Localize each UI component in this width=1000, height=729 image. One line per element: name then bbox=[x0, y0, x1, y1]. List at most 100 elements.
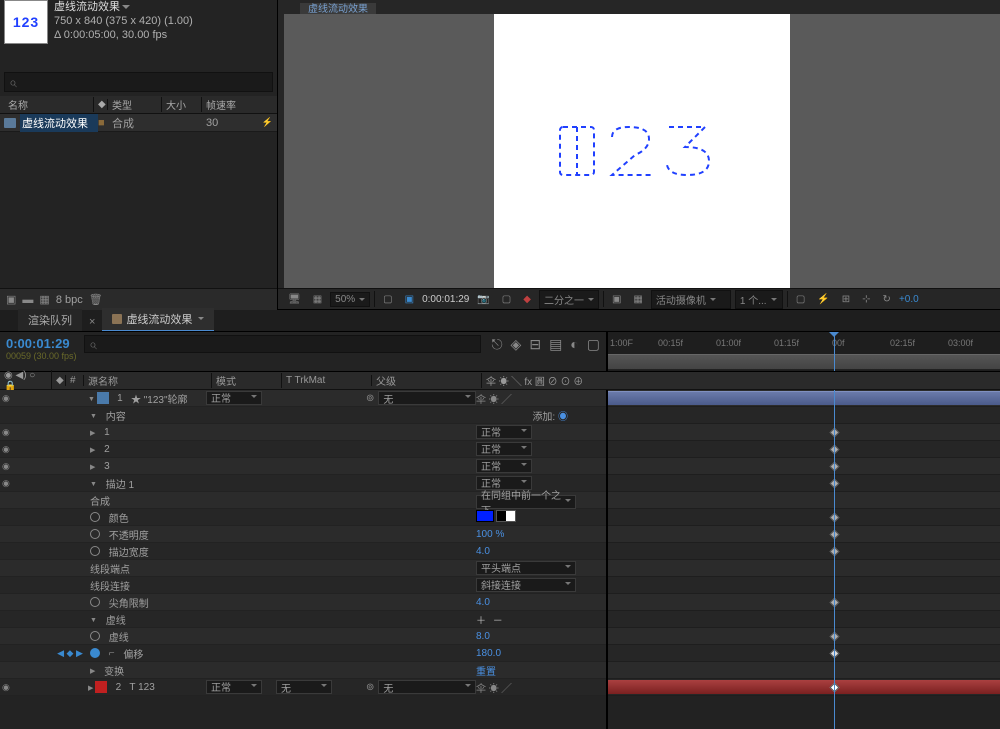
stopwatch-icon[interactable] bbox=[90, 529, 100, 539]
line-join-select[interactable]: 斜接连接 bbox=[476, 578, 576, 592]
layer-2-bar[interactable] bbox=[608, 680, 1000, 694]
folder-icon[interactable]: ▬ bbox=[22, 294, 33, 306]
prop-contents[interactable]: 内容 添加: ◉ bbox=[0, 407, 606, 424]
timeline-tracks[interactable] bbox=[606, 390, 1000, 729]
project-column-headers[interactable]: 名称 ◆ 类型 大小 帧速率 bbox=[0, 96, 277, 114]
layer-row-2[interactable]: 2 T 123 正常 无 ⊚无 伞 ☀ ╱ bbox=[0, 679, 606, 696]
frame-display[interactable]: 00059 (30.00 fps) bbox=[6, 351, 78, 361]
project-item-row[interactable]: 虚线流动效果 ■ 合成 30 ⚡ bbox=[0, 114, 277, 132]
reset-button[interactable]: 重置 bbox=[476, 663, 606, 678]
dash-value[interactable]: 8.0 bbox=[476, 631, 606, 642]
stroke-width-value[interactable]: 4.0 bbox=[476, 546, 606, 557]
offset-value[interactable]: 180.0 bbox=[476, 648, 606, 659]
motion-blur-icon[interactable]: ◐ bbox=[570, 336, 578, 352]
project-search-input[interactable] bbox=[4, 72, 273, 92]
tab-render-queue[interactable]: 渲染队列 bbox=[18, 309, 82, 331]
layer-row-1[interactable]: 1 ★ "123"轮廓 正常 ⊚无 伞 ☀ ╱ bbox=[0, 390, 606, 407]
stopwatch-icon[interactable] bbox=[90, 597, 100, 607]
stopwatch-icon[interactable] bbox=[90, 546, 100, 556]
stopwatch-icon[interactable] bbox=[90, 512, 100, 522]
blend-mode-select[interactable]: 正常 bbox=[206, 391, 262, 405]
prop-line-cap[interactable]: 线段端点平头端点 bbox=[0, 560, 606, 577]
blend-mode-select[interactable]: 正常 bbox=[206, 680, 262, 694]
expand-toggle[interactable] bbox=[88, 393, 95, 404]
prop-dash[interactable]: 虚线8.0 bbox=[0, 628, 606, 645]
add-dash-button[interactable]: ＋ － bbox=[476, 616, 505, 627]
show-snapshot-icon[interactable]: ▢ bbox=[498, 292, 515, 307]
bpc-label[interactable]: 8 bpc bbox=[56, 294, 83, 306]
resolution-select[interactable]: 二分之一 bbox=[539, 290, 599, 309]
current-time[interactable]: 0:00:01:29 bbox=[422, 294, 469, 305]
visibility-toggle[interactable] bbox=[2, 393, 10, 404]
parent-select[interactable]: 无 bbox=[378, 680, 476, 694]
comp-name-title[interactable]: 虚线流动效果 bbox=[54, 0, 193, 14]
prop-line-join[interactable]: 线段连接斜接连接 bbox=[0, 577, 606, 594]
time-ruler[interactable]: 1:00F 00:15f 01:00f 01:15f 00f 02:15f 03… bbox=[606, 332, 1000, 371]
mode-select[interactable]: 正常 bbox=[476, 459, 532, 473]
composite-select[interactable]: 在同组中前一个之下 bbox=[476, 495, 576, 509]
prop-composite[interactable]: 合成在同组中前一个之下 bbox=[0, 492, 606, 509]
prop-group-3[interactable]: 3正常 bbox=[0, 458, 606, 475]
interpret-icon[interactable]: ▣ bbox=[6, 293, 16, 306]
grid-icon[interactable]: ▦ bbox=[309, 292, 326, 307]
miter-value[interactable]: 4.0 bbox=[476, 597, 606, 608]
expand-toggle[interactable] bbox=[88, 682, 93, 693]
pixel-aspect-icon[interactable]: ▢ bbox=[792, 292, 809, 307]
comp-thumbnail[interactable]: 123 bbox=[4, 0, 48, 44]
visibility-toggle[interactable] bbox=[2, 682, 10, 693]
composition-canvas[interactable] bbox=[494, 14, 790, 288]
prop-dashes[interactable]: 虚线＋ － bbox=[0, 611, 606, 628]
fast-preview-icon[interactable]: ⚡ bbox=[813, 292, 833, 307]
layer-1-bar[interactable] bbox=[608, 391, 1000, 405]
add-content-button[interactable]: ◉ bbox=[558, 412, 568, 423]
opacity-value[interactable]: 100 % bbox=[476, 529, 606, 540]
timeline-btn-icon[interactable]: ⊞ bbox=[838, 292, 854, 307]
color-swatch[interactable] bbox=[476, 510, 494, 522]
timeline-column-headers[interactable]: ◉ ◀) ○ 🔒 ◆ # 源名称 模式 T TrkMat 父级 伞 ☀ ╲ fx… bbox=[0, 372, 1000, 390]
graph-editor-icon[interactable]: ▢ bbox=[587, 336, 600, 353]
prop-offset[interactable]: ◀ ◆ ▶ ⌐ 偏移180.0 bbox=[0, 645, 606, 662]
prop-miter[interactable]: 尖角限制4.0 bbox=[0, 594, 606, 611]
prop-opacity[interactable]: 不透明度100 % bbox=[0, 526, 606, 543]
parent-select[interactable]: 无 bbox=[378, 391, 476, 405]
composition-viewer[interactable] bbox=[284, 14, 1000, 288]
color-mgmt-icon[interactable]: ◆ bbox=[519, 292, 535, 307]
flowchart-icon[interactable]: ⊹ bbox=[858, 292, 874, 307]
transparency-icon[interactable]: ▦ bbox=[629, 292, 646, 307]
views-select[interactable]: 1 个... bbox=[735, 290, 783, 309]
timeline-search-input[interactable] bbox=[84, 335, 481, 353]
trkmat-select[interactable]: 无 bbox=[276, 680, 332, 694]
prop-transform[interactable]: 变换重置 bbox=[0, 662, 606, 679]
camera-select[interactable]: 活动摄像机 bbox=[651, 290, 731, 309]
line-cap-select[interactable]: 平头端点 bbox=[476, 561, 576, 575]
draft3d-icon[interactable]: ◈ bbox=[511, 336, 522, 353]
comp-mini-flowchart-icon[interactable]: ⎋ bbox=[491, 336, 502, 353]
close-tab-icon[interactable]: × bbox=[86, 313, 98, 331]
roi-icon[interactable]: ▣ bbox=[608, 292, 625, 307]
mode-select[interactable]: 正常 bbox=[476, 442, 532, 456]
stopwatch-icon[interactable] bbox=[90, 631, 100, 641]
current-timecode[interactable]: 0:00:01:29 bbox=[6, 336, 78, 351]
mask-icon[interactable]: ▣ bbox=[401, 292, 418, 307]
prop-group-1[interactable]: 1正常 bbox=[0, 424, 606, 441]
exposure-value[interactable]: +0.0 bbox=[899, 294, 919, 305]
prop-stroke-width[interactable]: 描边宽度4.0 bbox=[0, 543, 606, 560]
mode-select[interactable]: 正常 bbox=[476, 425, 532, 439]
stopwatch-on-icon[interactable] bbox=[90, 648, 100, 658]
display-icon[interactable]: 🖥 bbox=[284, 292, 305, 307]
full-icon[interactable]: ▢ bbox=[379, 292, 396, 307]
zoom-select[interactable]: 50% bbox=[330, 292, 370, 307]
frame-blend-icon[interactable]: ▤ bbox=[549, 336, 562, 353]
hide-shy-icon[interactable]: ⊟ bbox=[529, 336, 541, 353]
keyframe-nav[interactable]: ◀ ◆ ▶ bbox=[52, 648, 88, 659]
trash-icon[interactable]: 🗑 bbox=[89, 293, 103, 306]
snapshot-icon[interactable]: 📷 bbox=[473, 292, 493, 307]
playhead[interactable] bbox=[834, 332, 835, 371]
reset-exp-icon[interactable]: ↻ bbox=[879, 292, 895, 307]
prop-color[interactable]: 颜色 bbox=[0, 509, 606, 526]
playhead-line[interactable] bbox=[834, 390, 835, 729]
eyedropper-icon[interactable] bbox=[496, 510, 516, 522]
new-comp-icon[interactable]: ▦ bbox=[39, 293, 49, 306]
expand-toggle[interactable] bbox=[90, 410, 97, 421]
prop-group-2[interactable]: 2正常 bbox=[0, 441, 606, 458]
